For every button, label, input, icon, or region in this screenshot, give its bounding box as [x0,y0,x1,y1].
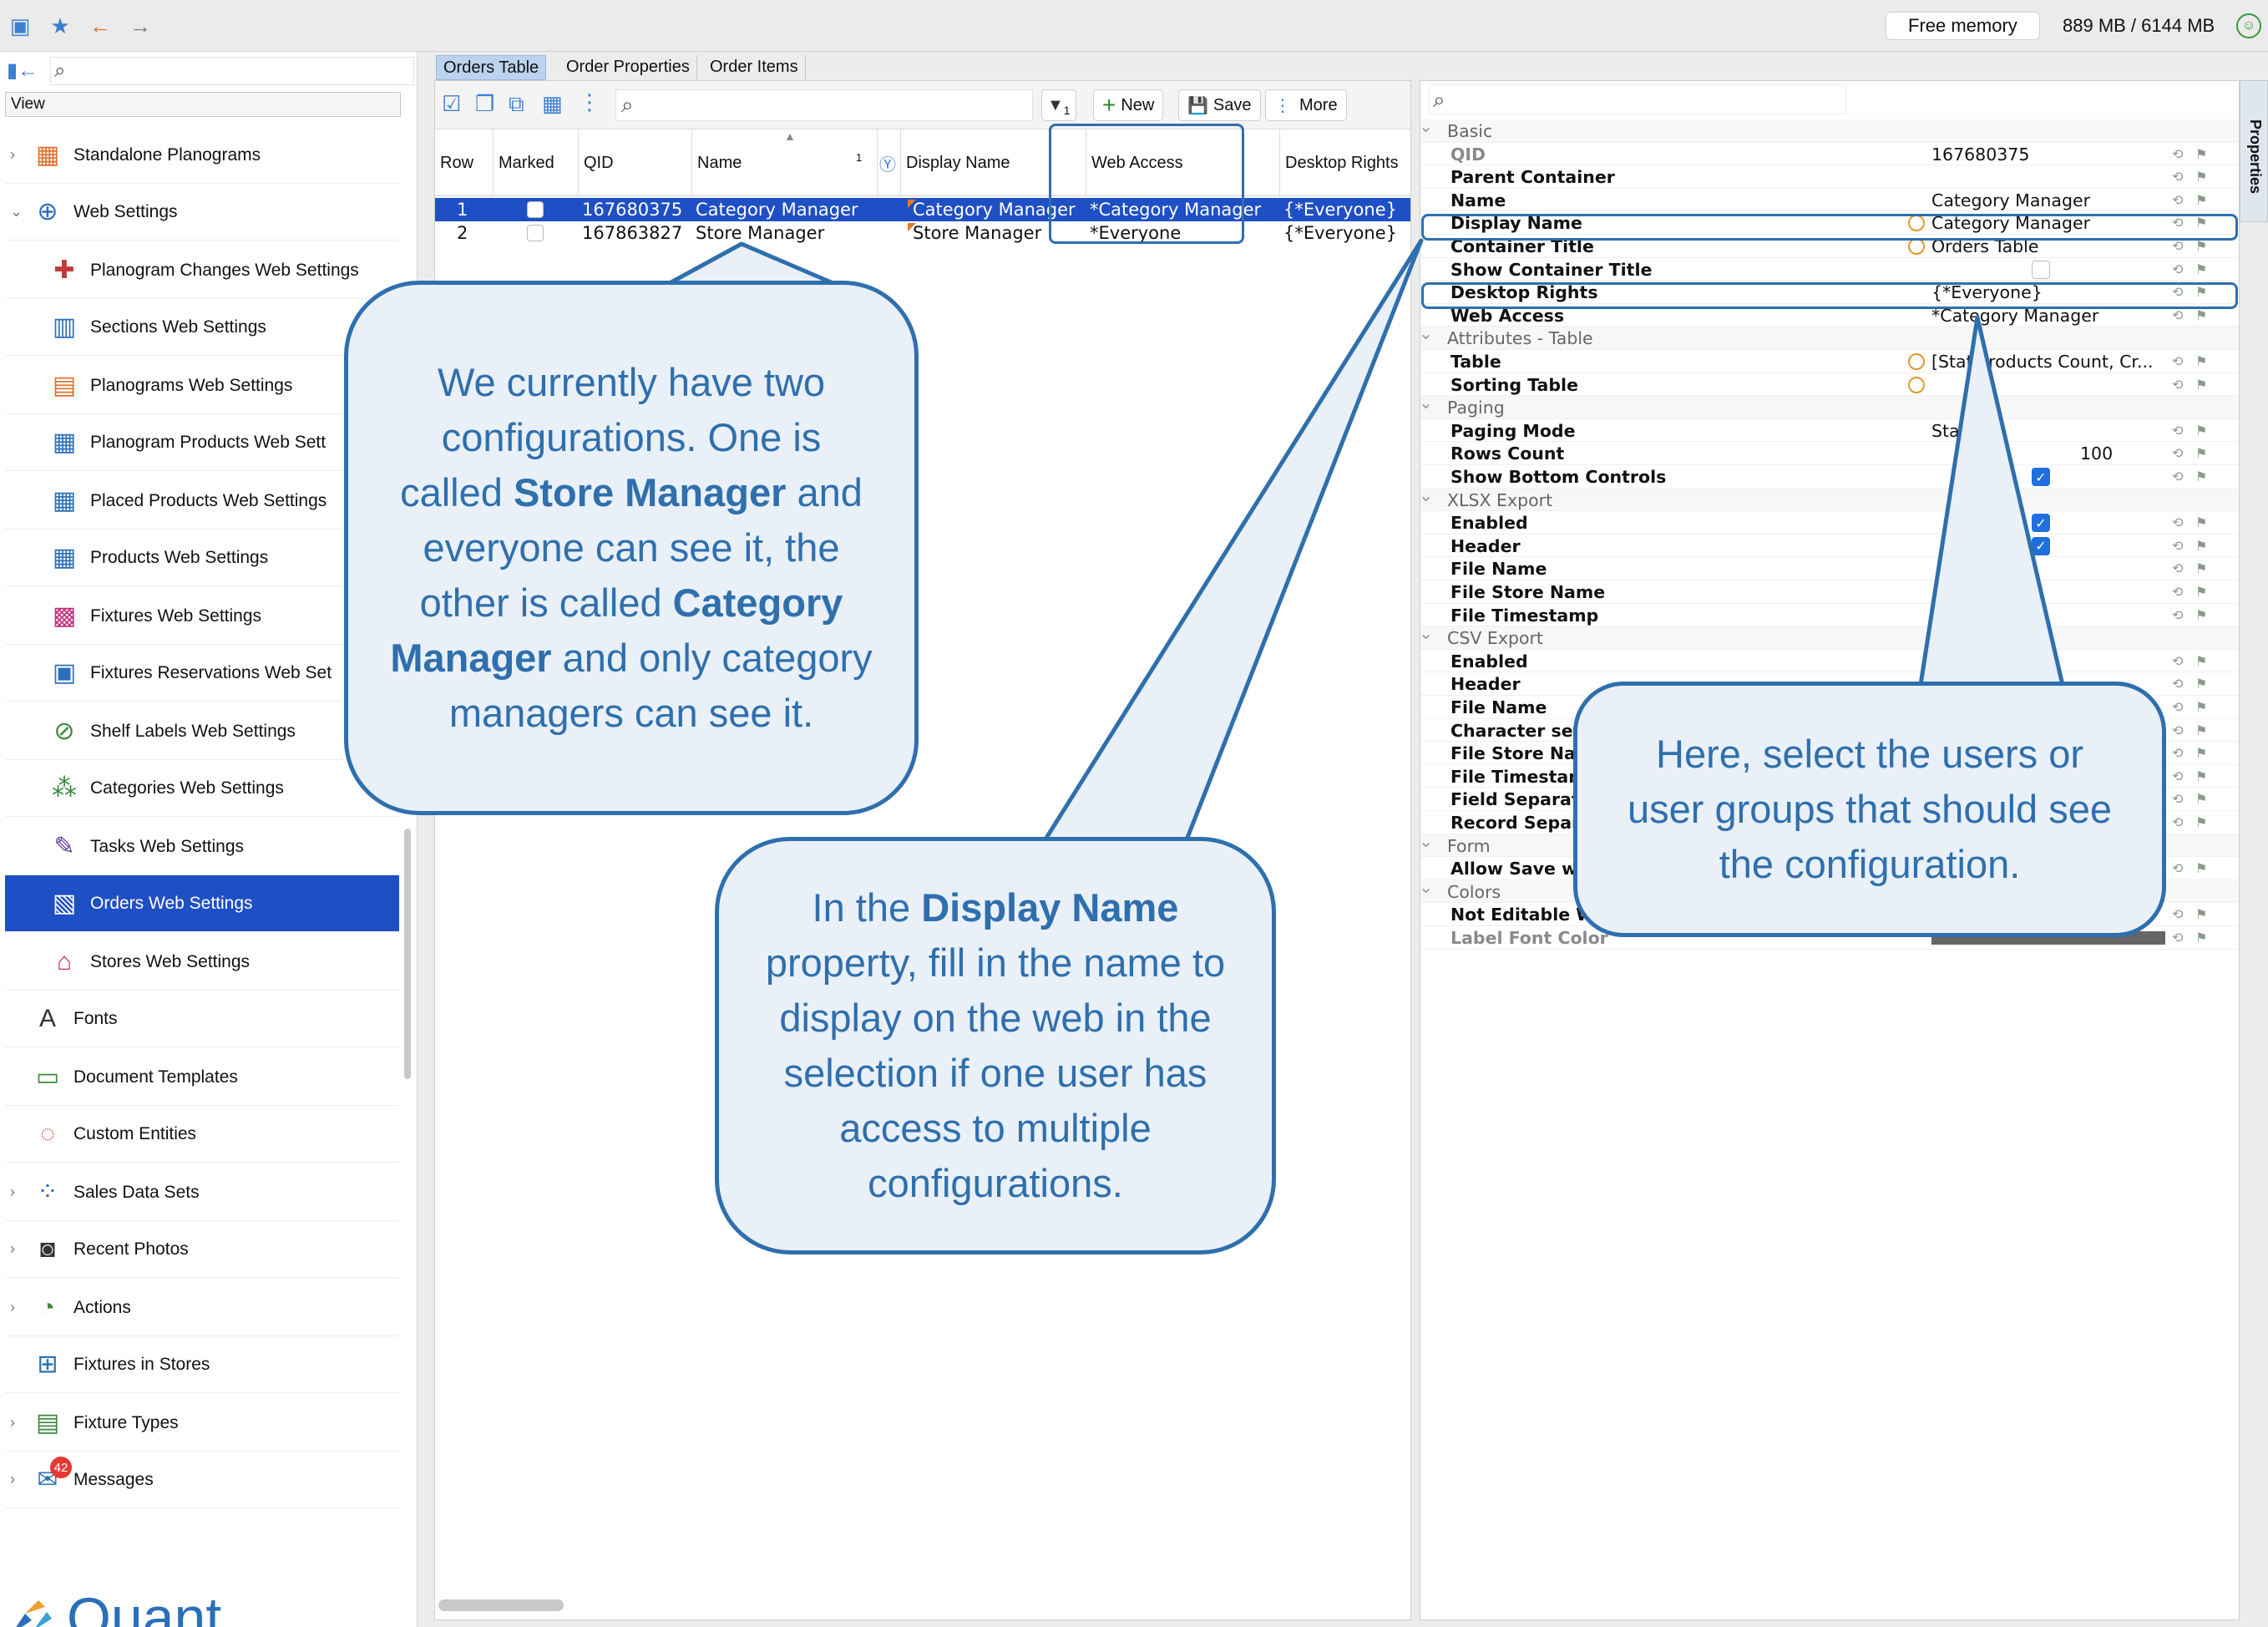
callout-display-name-text: In the Display Name property, fill in th… [761,880,1230,1211]
callout-text: In the [812,885,922,930]
callout-display-name: In the Display Name property, fill in th… [715,837,1276,1254]
callout-text: property, fill in the name to display on… [765,940,1226,1205]
callout-bold-text: Display Name [921,885,1179,930]
callout-2-tail [1041,238,1424,844]
callout-bold-text: Store Manager [513,470,787,514]
callout-1-tail [666,241,838,286]
callout-text: Here, select the users or user groups th… [1627,732,2113,886]
callout-web-access: Here, select the users or user groups th… [1573,682,2166,937]
callout-configurations-text: We currently have two configurations. On… [390,355,873,741]
callout-configurations: We currently have two configurations. On… [344,281,919,815]
callout-web-access-text: Here, select the users or user groups th… [1619,727,2120,892]
callout-3-tail [1918,315,2065,687]
